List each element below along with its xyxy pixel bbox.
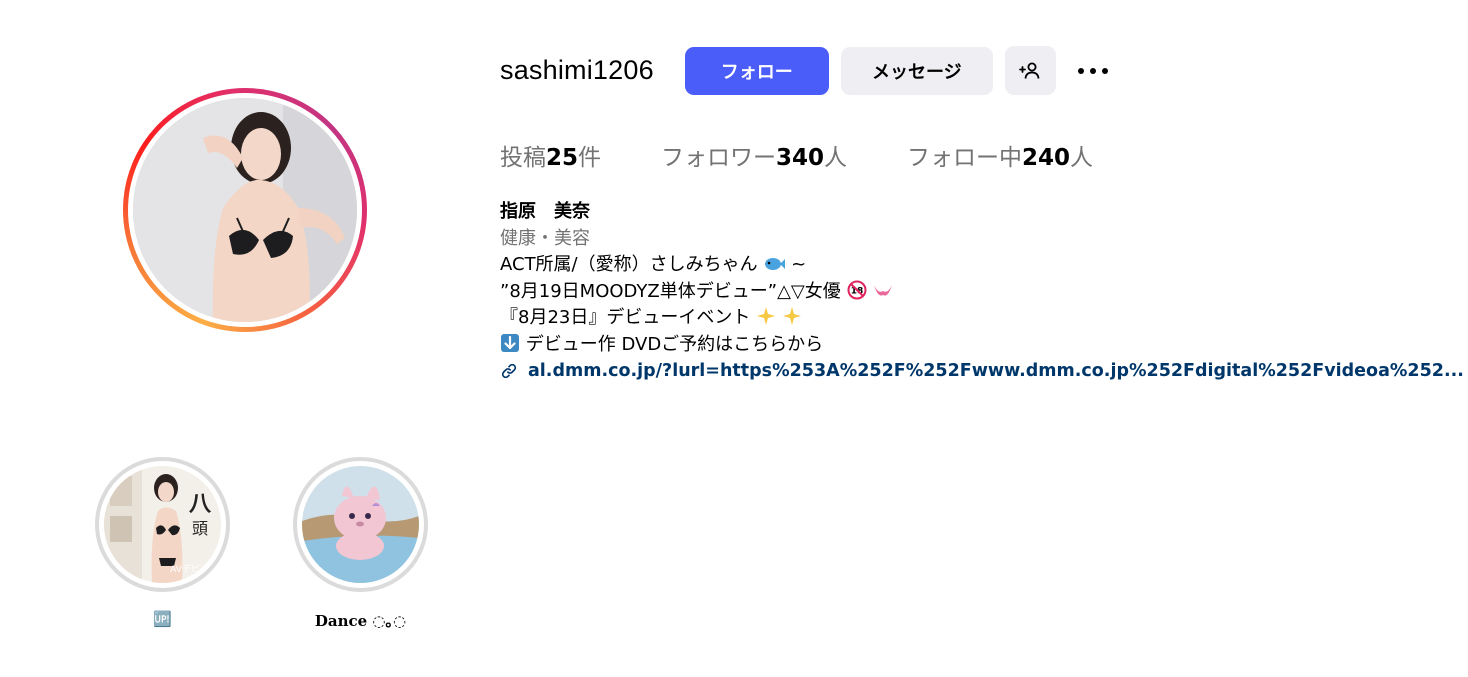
highlight-label: 🆙 bbox=[153, 610, 172, 628]
highlight-label: Dance ◌｡◌ bbox=[314, 612, 407, 630]
bio-line-4: デビュー作 DVDご予約はこちらから bbox=[500, 332, 1464, 359]
avatar-photo bbox=[133, 98, 357, 322]
follow-button[interactable]: フォロー bbox=[684, 46, 829, 95]
profile-stats: 投稿 25 件 フォロワー 340 人 フォロー中 240 人 bbox=[500, 138, 1093, 172]
profile-category: 健康・美容 bbox=[500, 227, 590, 249]
down-arrow-icon bbox=[501, 333, 519, 352]
highlight-cover: 八 頭 AVデビュー bbox=[104, 466, 221, 583]
no-under-18-icon: 18 bbox=[847, 280, 866, 299]
more-horizontal-icon bbox=[1077, 67, 1108, 74]
svg-text:AVデビュー: AVデビュー bbox=[170, 563, 218, 575]
username: sashimi1206 bbox=[500, 55, 654, 85]
sparkles-icon bbox=[757, 307, 776, 325]
fish-icon bbox=[765, 258, 786, 270]
bio-line-3: 『8月23日』デビューイベント bbox=[500, 305, 1464, 332]
bio-line-1: ACT所属/（愛称）さしみちゃん ~ bbox=[500, 254, 807, 275]
bio-link[interactable]: al.dmm.co.jp/?lurl=https%253A%252F%252Fw… bbox=[500, 358, 1464, 385]
suggest-user-button[interactable] bbox=[1004, 46, 1056, 95]
bio-line-2: ”8月19日MOODYZ単体デビュー”△▽女優 18 bbox=[500, 279, 1464, 306]
followers-link[interactable]: フォロワー 340 人 bbox=[661, 138, 847, 172]
svg-text:八: 八 bbox=[189, 491, 212, 517]
highlight-cover-image: 八 頭 AVデビュー bbox=[104, 466, 221, 583]
story-highlight[interactable]: 八 頭 AVデビュー 🆙 bbox=[95, 457, 230, 628]
following-link[interactable]: フォロー中 240 人 bbox=[907, 138, 1093, 172]
svg-text:頭: 頭 bbox=[192, 519, 208, 538]
profile-page: sashimi1206 フォロー メッセージ 投稿 25 件 フォロワー 340 人 bbox=[0, 0, 1468, 677]
lingerie-icon bbox=[874, 284, 893, 296]
highlight-cover-image bbox=[302, 466, 419, 583]
posts-count: 投稿 25 件 bbox=[500, 145, 602, 171]
display-name: 指原 美奈 bbox=[500, 201, 590, 222]
profile-avatar[interactable] bbox=[123, 88, 367, 332]
profile-bio: 指原 美奈 健康・美容 ACT所属/（愛称）さしみちゃん ~ ”8月19日MOO… bbox=[500, 199, 1464, 385]
bio-link-text[interactable]: al.dmm.co.jp/?lurl=https%253A%252F%252Fw… bbox=[528, 358, 1464, 385]
avatar-image bbox=[133, 98, 357, 322]
sparkles-icon bbox=[782, 307, 801, 325]
profile-header: sashimi1206 フォロー メッセージ bbox=[500, 46, 1111, 95]
message-button[interactable]: メッセージ bbox=[840, 46, 993, 95]
highlight-cover bbox=[302, 466, 419, 583]
more-options-button[interactable] bbox=[1075, 53, 1111, 89]
link-icon bbox=[501, 364, 517, 379]
person-add-icon bbox=[1019, 62, 1040, 79]
story-highlight[interactable]: Dance ◌｡◌ bbox=[293, 457, 428, 631]
